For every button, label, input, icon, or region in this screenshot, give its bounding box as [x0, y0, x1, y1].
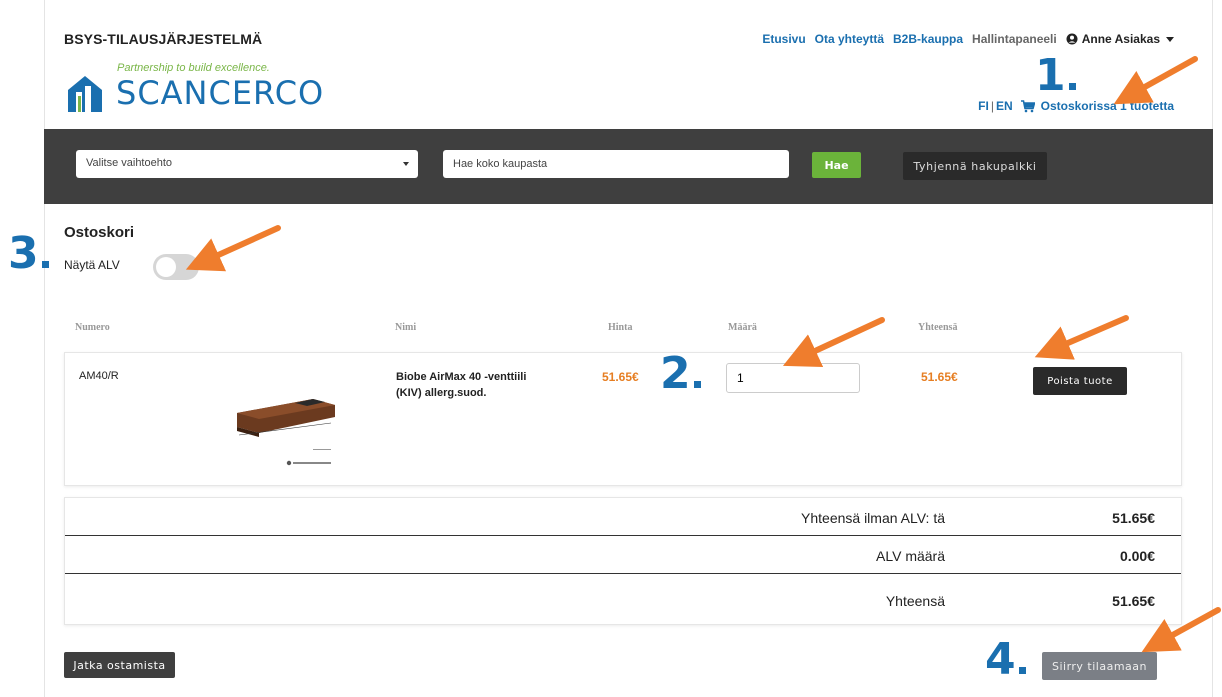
arrow-icon: [782, 317, 885, 368]
arrow-icon: [185, 225, 281, 272]
arrow-icon: [1034, 315, 1129, 360]
arrow-icon: [1141, 607, 1221, 653]
annotation-arrows: [185, 56, 1221, 653]
arrow-icon: [1113, 56, 1198, 105]
